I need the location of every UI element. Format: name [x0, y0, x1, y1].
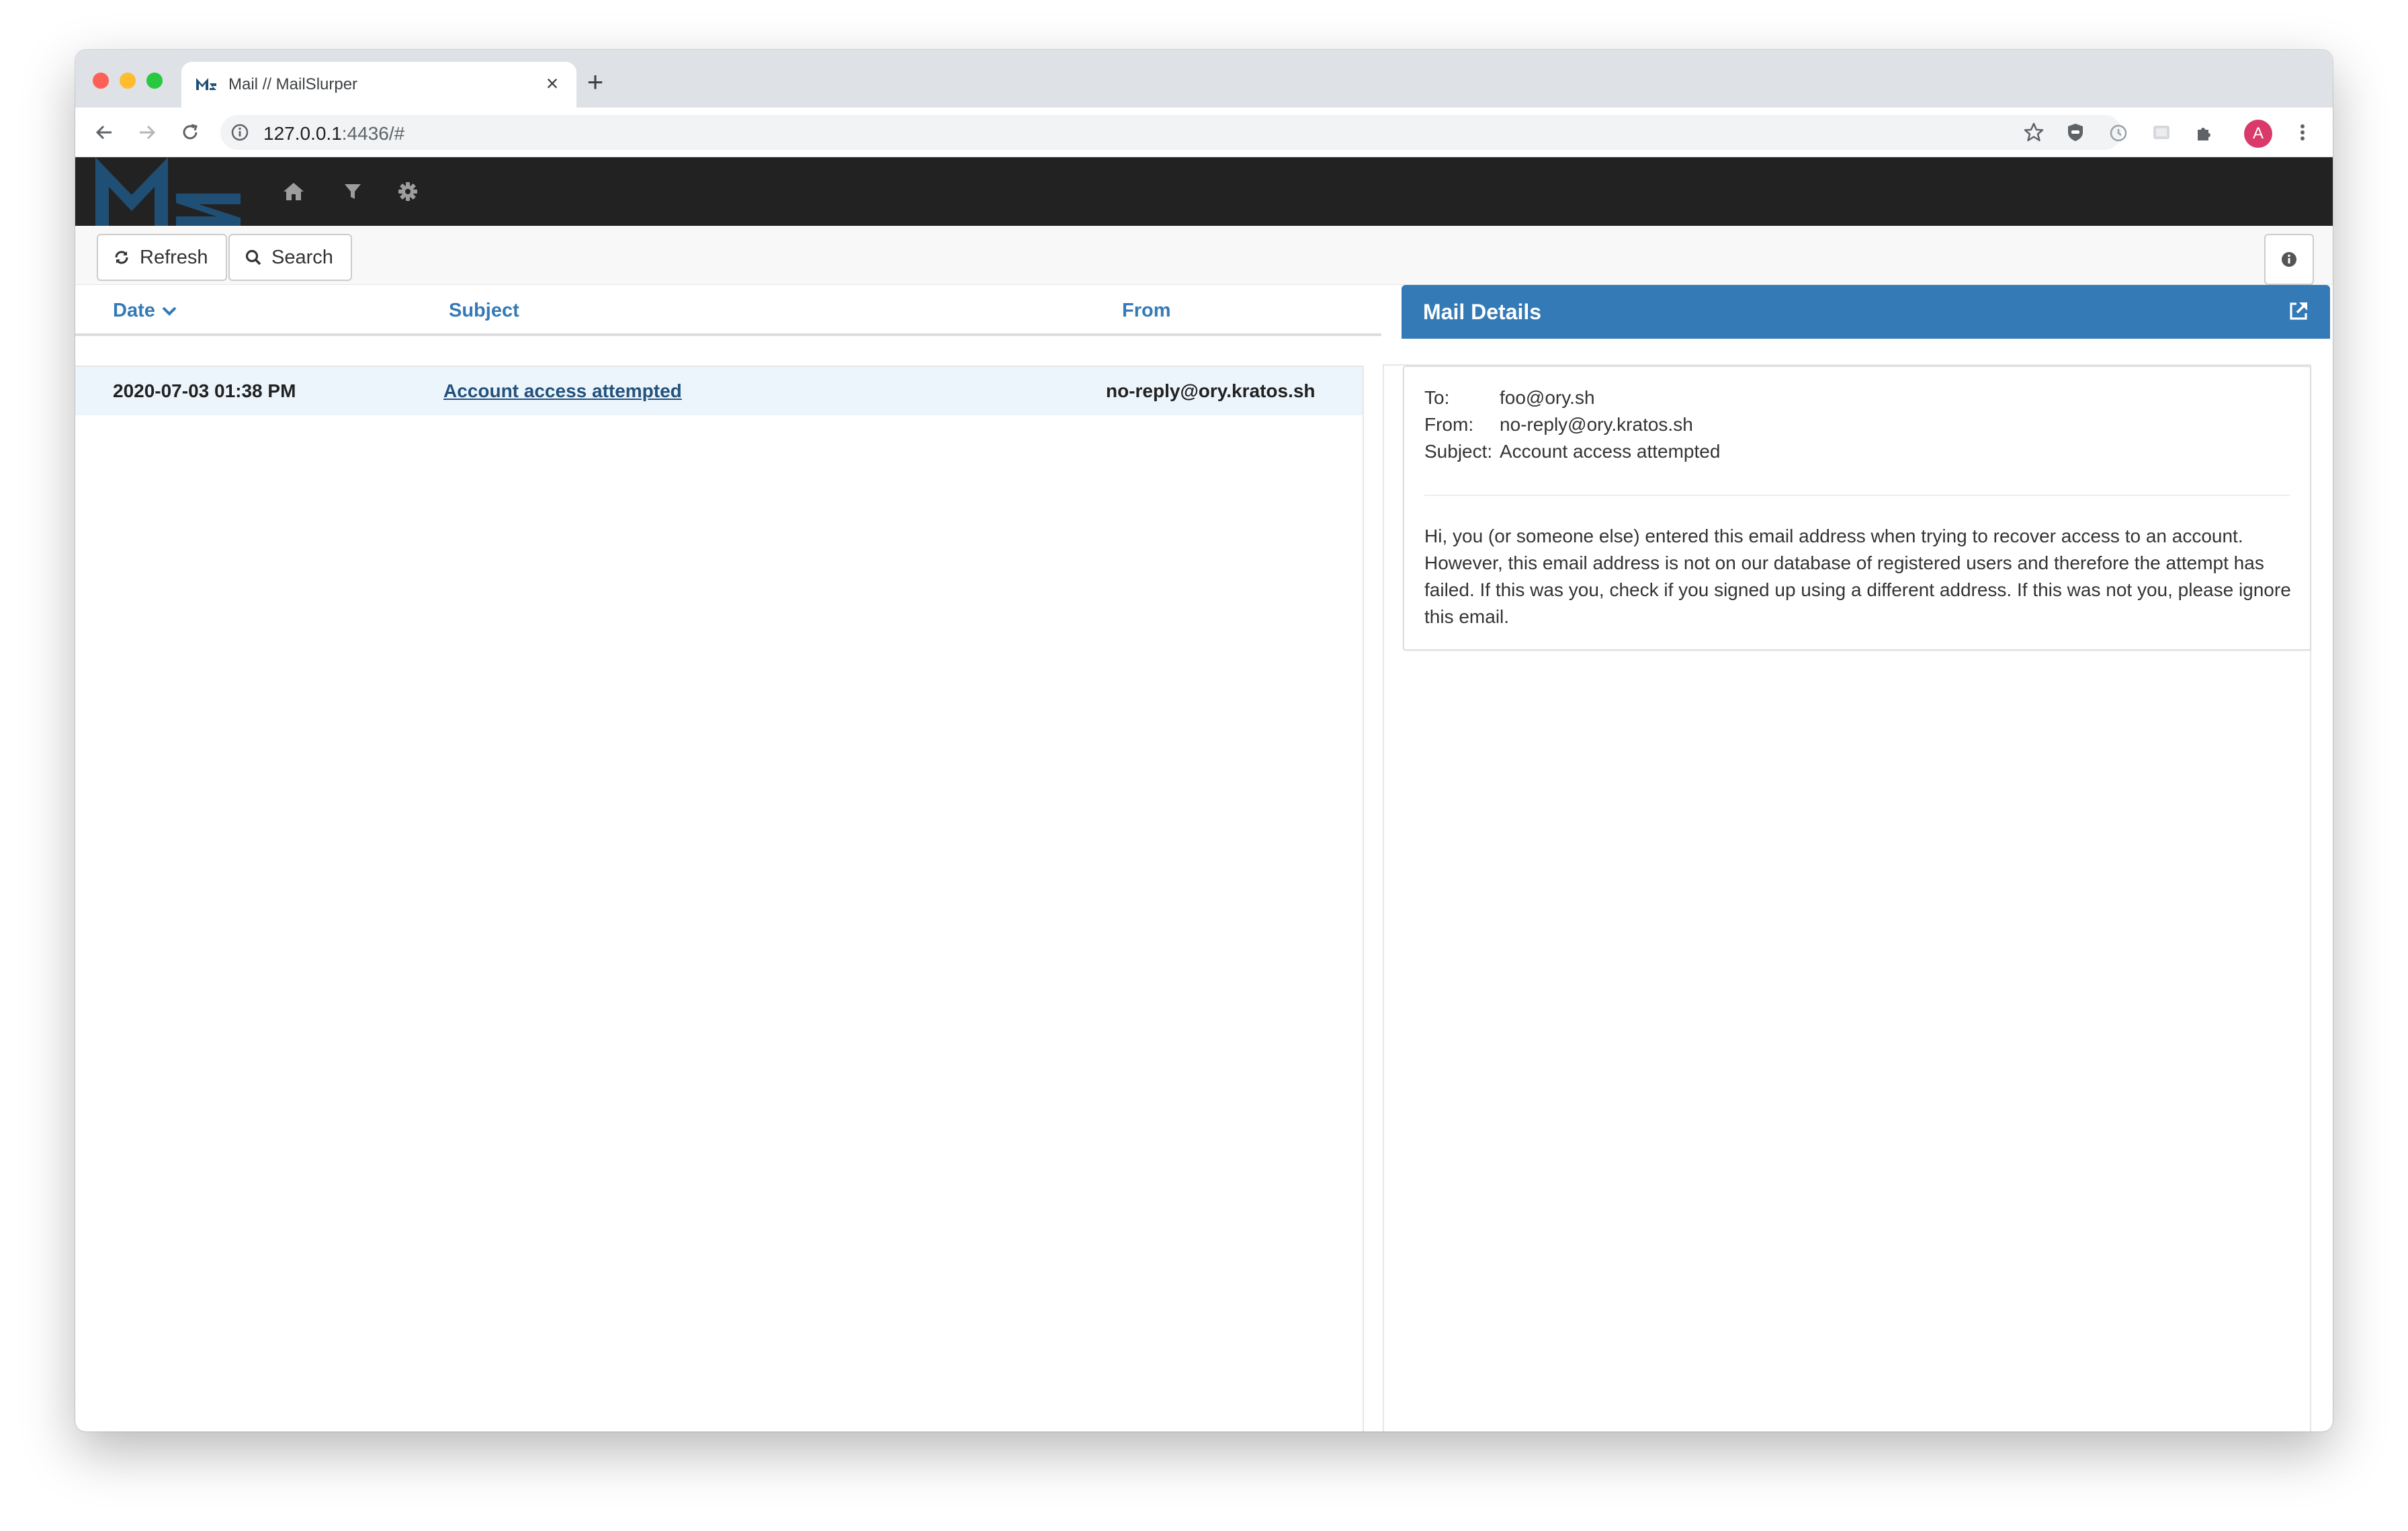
mail-from: no-reply@ory.kratos.sh [1106, 380, 1316, 401]
address-bar[interactable]: 127.0.0.1:4436/# [220, 115, 2122, 150]
mail-body: Hi, you (or someone else) entered this e… [1424, 526, 2291, 627]
url-text: 127.0.0.1:4436/# [263, 123, 404, 144]
tab-title: Mail // MailSlurper [228, 75, 358, 93]
mailslurper-favicon-icon [196, 78, 216, 90]
back-arrow-icon[interactable] [91, 120, 117, 145]
search-label: Search [271, 246, 333, 268]
subject-label: Subject: [1424, 441, 1493, 462]
mail-details-header: Mail Details [1402, 285, 2330, 339]
search-icon [245, 249, 261, 265]
minimize-window-button[interactable] [120, 73, 136, 89]
chevron-down-icon [162, 306, 177, 316]
mail-to: foo@ory.sh [1500, 387, 1595, 408]
mail-to-row: To: foo@ory.sh [1424, 387, 1595, 409]
external-link-icon[interactable] [2287, 300, 2310, 323]
mail-subject-row: Subject: Account access attempted [1424, 441, 1720, 462]
refresh-icon [115, 251, 128, 264]
action-bar: Refresh Search [75, 226, 2333, 285]
site-info-icon[interactable] [231, 124, 249, 141]
browser-tab[interactable]: Mail // MailSlurper × [181, 62, 576, 108]
close-window-button[interactable] [93, 73, 109, 89]
mail-list-row[interactable]: 2020-07-03 01:38 PM Account access attem… [75, 367, 1363, 415]
extension-box-icon[interactable] [2149, 120, 2174, 145]
browser-toolbar: 127.0.0.1:4436/# A [75, 108, 2333, 157]
extension-clock-icon[interactable] [2106, 120, 2131, 145]
maximize-window-button[interactable] [146, 73, 163, 89]
column-header-date[interactable]: Date [113, 300, 178, 322]
gear-icon[interactable] [396, 180, 419, 203]
mail-details-title: Mail Details [1423, 300, 1542, 324]
home-icon[interactable] [282, 180, 305, 203]
refresh-label: Refresh [140, 246, 208, 268]
mail-date: 2020-07-03 01:38 PM [113, 380, 296, 401]
url-path: :4436/# [341, 123, 405, 144]
mail-details-card: To: foo@ory.sh From: no-reply@ory.kratos.s… [1403, 366, 2311, 651]
reload-icon[interactable] [177, 120, 203, 145]
column-header-subject[interactable]: Subject [449, 300, 519, 322]
mail-subject-detail: Account access attempted [1500, 441, 1721, 462]
mail-list-header: Date Subject From [75, 285, 1381, 336]
details-divider [1424, 495, 2290, 496]
to-label: To: [1424, 387, 1450, 408]
search-button[interactable]: Search [228, 234, 352, 281]
forward-arrow-icon[interactable] [134, 120, 160, 145]
profile-avatar[interactable]: A [2244, 120, 2272, 148]
extensions-puzzle-icon[interactable] [2192, 120, 2217, 145]
mailslurper-logo[interactable] [95, 157, 245, 226]
mail-from-detail: no-reply@ory.kratos.sh [1500, 414, 1693, 435]
browser-menu-icon[interactable] [2290, 120, 2315, 145]
new-tab-button[interactable]: + [582, 68, 609, 96]
filter-icon[interactable] [341, 180, 364, 203]
mail-subject-link[interactable]: Account access attempted [443, 380, 682, 402]
url-host: 127.0.0.1 [263, 123, 342, 144]
date-header-label: Date [113, 300, 155, 321]
app-navbar [75, 157, 2333, 226]
column-header-from[interactable]: From [1122, 300, 1171, 322]
refresh-button[interactable]: Refresh [97, 234, 227, 281]
mail-from-row: From: no-reply@ory.kratos.sh [1424, 414, 1693, 436]
bookmark-star-icon[interactable] [2021, 120, 2047, 145]
info-button[interactable] [2264, 234, 2314, 285]
tab-close-icon[interactable]: × [540, 71, 564, 95]
browser-window: Mail // MailSlurper × + 127.0.0.1:4436/# [75, 50, 2333, 1432]
from-label: From: [1424, 414, 1474, 435]
mail-list: 2020-07-03 01:38 PM Account access attem… [75, 366, 1364, 1432]
shield-extension-icon[interactable] [2063, 120, 2088, 145]
info-icon [2282, 252, 2296, 267]
tab-strip: Mail // MailSlurper × + [75, 50, 2333, 108]
